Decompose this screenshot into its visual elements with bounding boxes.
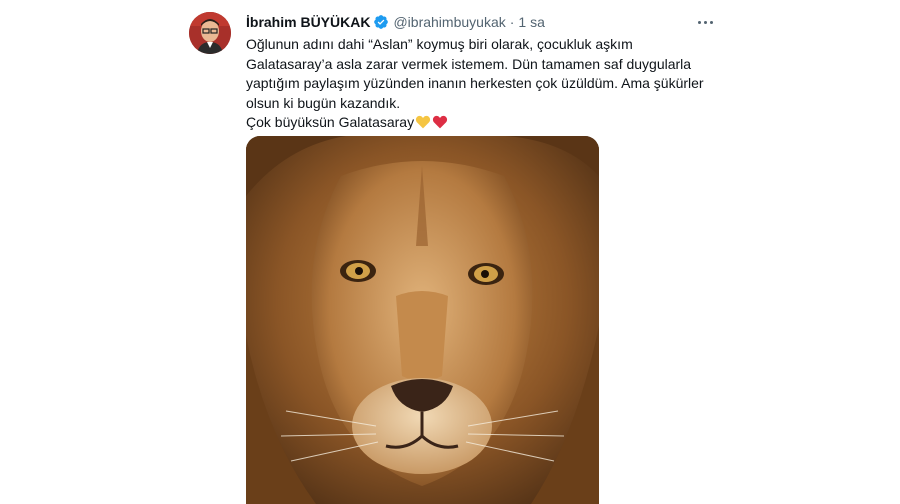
verified-badge-icon [374, 15, 389, 29]
more-options-icon[interactable] [693, 10, 717, 34]
tweet-text-line: Galatasaray’a asla zarar vermek istemem.… [246, 55, 692, 72]
tweet-header: İbrahim BÜYÜKAK @ibrahimbuyukak · 1 sa [246, 12, 545, 32]
tweet-text-line: yaptığım paylaşım yüzünden inanın herkes… [246, 75, 704, 92]
tweet-text-last-line: Çok büyüksün Galatasaray [246, 113, 716, 133]
red-heart-icon [433, 116, 448, 129]
tweet-text-line: olsun ki bugün kazandık. [246, 94, 401, 111]
author-name[interactable]: İbrahim BÜYÜKAK [246, 14, 370, 30]
tweet-text-line: Oğlunun adını dahi “Aslan” koymuş biri o… [246, 36, 633, 52]
avatar-image [189, 12, 231, 54]
tweet-media-image[interactable] [246, 136, 599, 504]
lion-photo [246, 136, 599, 504]
tweet-timestamp[interactable]: 1 sa [518, 14, 544, 30]
separator-dot: · [509, 14, 515, 30]
tweet[interactable]: İbrahim BÜYÜKAK @ibrahimbuyukak · 1 sa O… [175, 0, 725, 504]
author-handle[interactable]: @ibrahimbuyukak [393, 14, 505, 30]
avatar[interactable] [189, 12, 231, 54]
tweet-text: Oğlunun adını dahi “Aslan” koymuş biri o… [246, 35, 716, 133]
tweet-text-line: Çok büyüksün Galatasaray [246, 114, 415, 131]
yellow-heart-icon [416, 116, 431, 129]
